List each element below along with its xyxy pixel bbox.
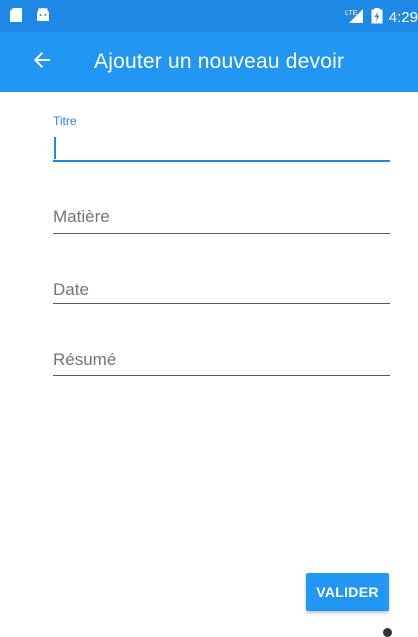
android-icon bbox=[36, 7, 50, 27]
status-time: 4:29 bbox=[388, 9, 418, 26]
status-right-icons: LTE 4:29 bbox=[345, 8, 418, 28]
page-title: Ajouter un nouveau devoir bbox=[94, 50, 345, 73]
signal-icon: LTE bbox=[345, 8, 365, 28]
status-left-icons bbox=[10, 7, 50, 27]
arrow-back-icon bbox=[33, 51, 51, 74]
titre-underline bbox=[53, 160, 390, 162]
matiere-field[interactable] bbox=[53, 196, 390, 236]
app-bar: Ajouter un nouveau devoir bbox=[0, 32, 418, 92]
resume-field[interactable] bbox=[53, 336, 390, 378]
resume-underline bbox=[53, 375, 390, 376]
titre-field[interactable]: Titre bbox=[53, 112, 390, 168]
titre-input[interactable] bbox=[53, 136, 390, 160]
date-field[interactable] bbox=[53, 266, 390, 306]
sd-card-icon bbox=[10, 8, 22, 27]
date-underline bbox=[53, 303, 390, 304]
battery-icon bbox=[371, 8, 383, 28]
status-bar: LTE 4:29 bbox=[0, 0, 418, 32]
date-input[interactable] bbox=[53, 278, 390, 302]
matiere-underline bbox=[53, 233, 390, 234]
back-button[interactable] bbox=[28, 48, 56, 76]
network-label: LTE bbox=[345, 10, 358, 17]
matiere-input[interactable] bbox=[53, 205, 390, 229]
resume-input[interactable] bbox=[53, 348, 390, 372]
valider-button[interactable]: VALIDER bbox=[306, 573, 389, 611]
titre-label: Titre bbox=[53, 114, 77, 128]
